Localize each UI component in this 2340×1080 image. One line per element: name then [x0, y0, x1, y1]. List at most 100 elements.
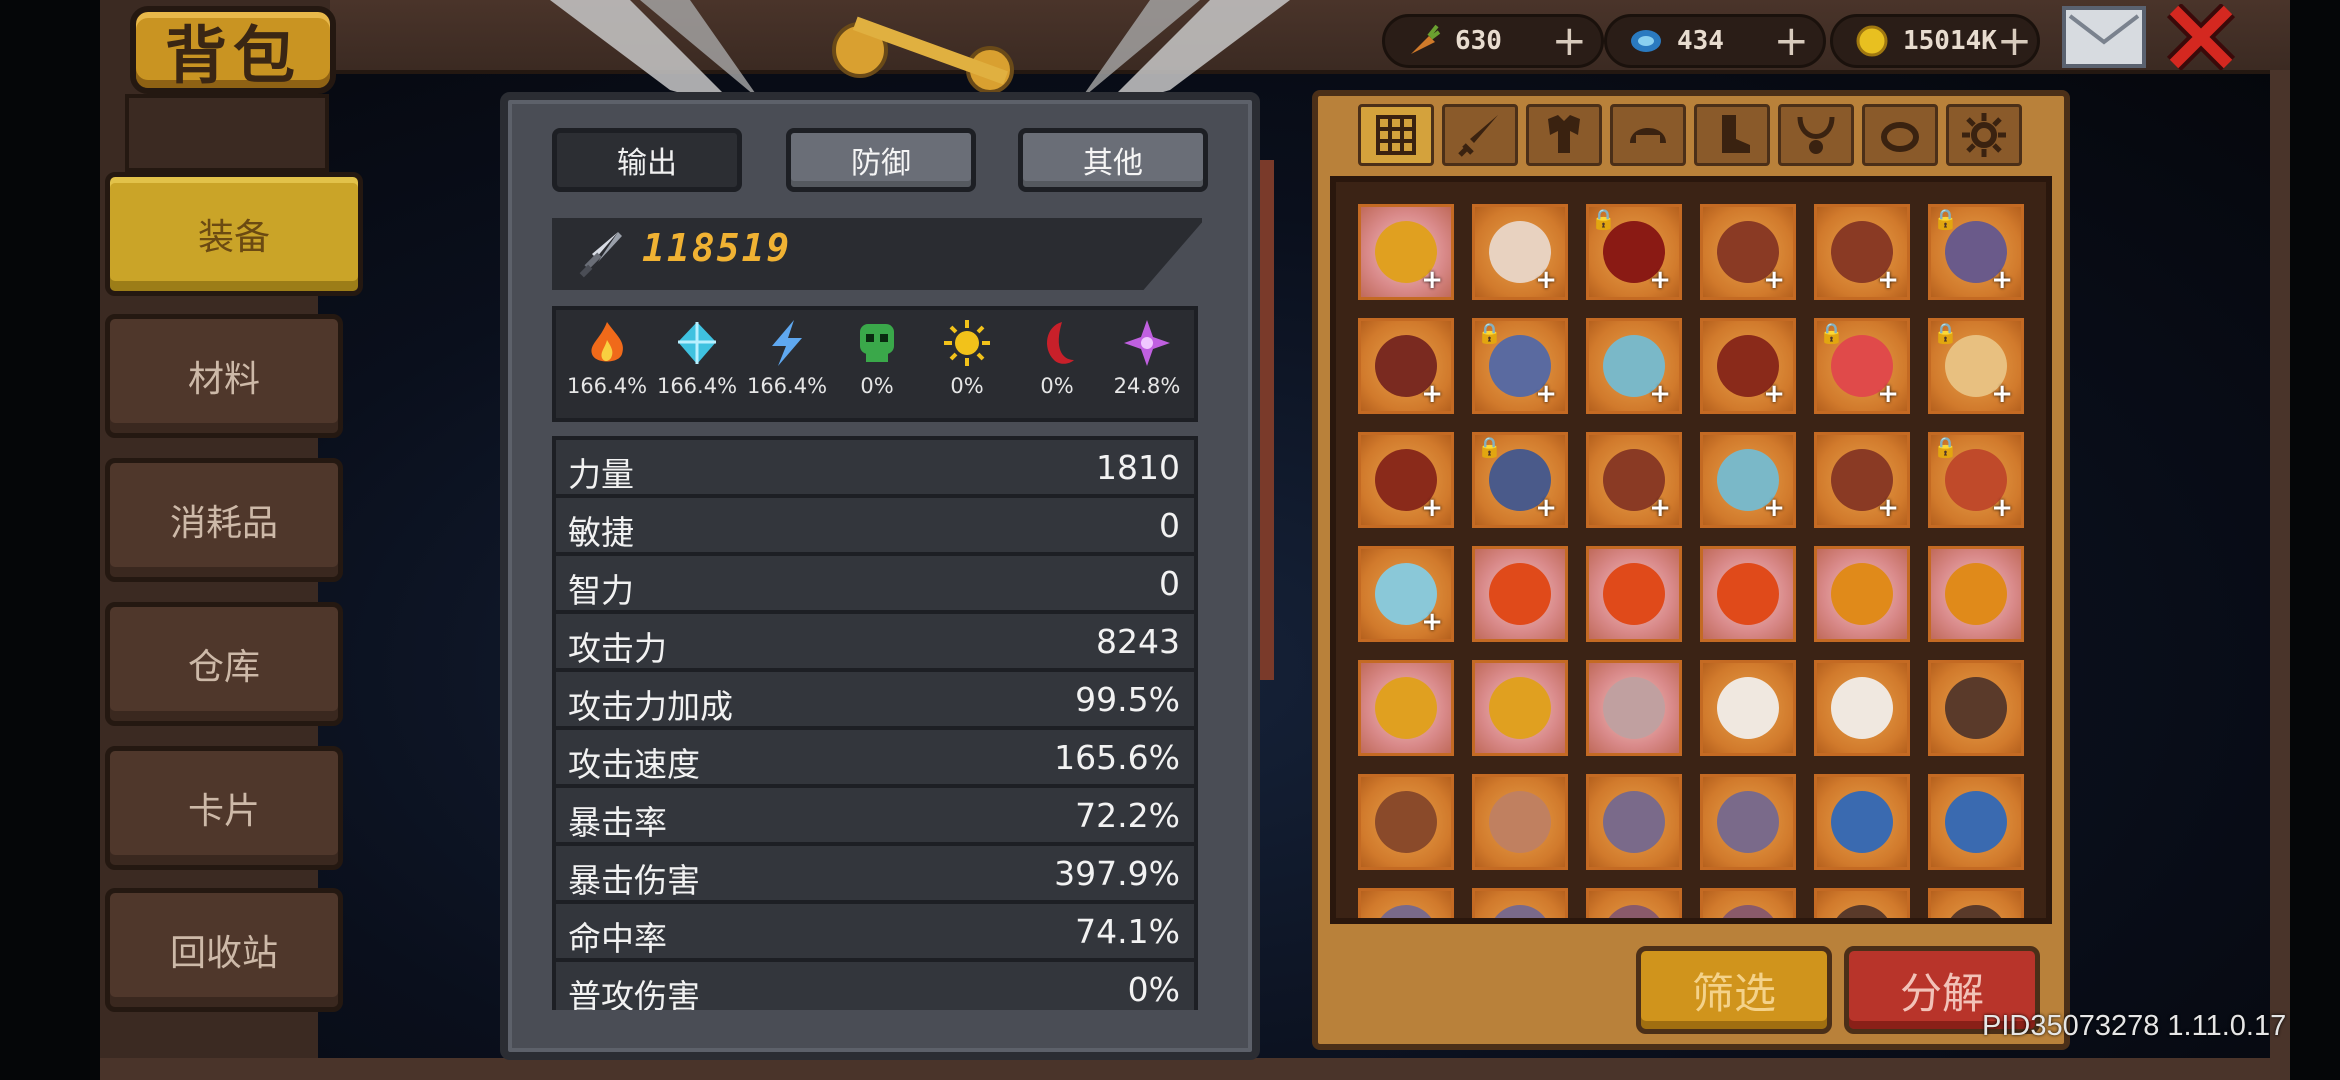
- inventory-slot[interactable]: [1700, 660, 1796, 756]
- inventory-slot[interactable]: [1472, 888, 1568, 918]
- inventory-slot[interactable]: +: [1700, 204, 1796, 300]
- stat-row: 攻击力加成 99.5%: [556, 672, 1194, 726]
- inventory-slot[interactable]: [1814, 546, 1910, 642]
- side-tab-5[interactable]: 回收站: [105, 888, 343, 1012]
- side-tab-3[interactable]: 仓库: [105, 602, 343, 726]
- inventory-slot[interactable]: +: [1586, 432, 1682, 528]
- inventory-slot[interactable]: [1814, 888, 1910, 918]
- stat-value: 1810: [1096, 448, 1180, 487]
- category-tab-boots[interactable]: [1694, 104, 1770, 166]
- category-tab-gear-misc[interactable]: [1946, 104, 2022, 166]
- arcane-star-icon: [1124, 320, 1170, 366]
- stat-value: 99.5%: [1075, 680, 1180, 719]
- mail-icon[interactable]: [2062, 6, 2146, 68]
- lock-icon: 🔒: [1933, 435, 1958, 459]
- equipment-item-icon: [1375, 791, 1437, 853]
- inventory-slot[interactable]: [1814, 660, 1910, 756]
- stat-label: 命中率: [568, 919, 667, 958]
- side-tab-1[interactable]: 材料: [105, 314, 343, 438]
- side-tab-label: 消耗品: [169, 503, 278, 544]
- inventory-slot[interactable]: 🔒 +: [1928, 432, 2024, 528]
- inventory-slot[interactable]: [1472, 660, 1568, 756]
- inventory-slot[interactable]: [1586, 774, 1682, 870]
- stat-label: 力量: [568, 455, 634, 494]
- close-icon[interactable]: [2166, 4, 2236, 70]
- inventory-slot[interactable]: 🔒 +: [1472, 432, 1568, 528]
- stats-tab-2[interactable]: 其他: [1018, 128, 1208, 192]
- upgrade-plus-icon: +: [1535, 379, 1557, 409]
- inventory-slot[interactable]: [1928, 774, 2024, 870]
- inventory-slot[interactable]: +: [1472, 204, 1568, 300]
- inventory-slot[interactable]: 🔒 +: [1472, 318, 1568, 414]
- stats-tab-1[interactable]: 防御: [786, 128, 976, 192]
- inventory-slot[interactable]: 🔒 +: [1928, 318, 2024, 414]
- inventory-slot[interactable]: [1586, 888, 1682, 918]
- equipment-item-icon: [1945, 563, 2007, 625]
- category-tab-sword[interactable]: [1442, 104, 1518, 166]
- stats-tab-0[interactable]: 输出: [552, 128, 742, 192]
- equipment-item-icon: [1831, 563, 1893, 625]
- inventory-slot[interactable]: [1472, 546, 1568, 642]
- equipment-item-icon: [1375, 905, 1437, 918]
- dark-moon-icon: [1047, 322, 1074, 364]
- element-stat-2: 166.4%: [742, 318, 832, 418]
- add-currency-button[interactable]: +: [1552, 20, 1587, 62]
- gem-icon: [1629, 24, 1663, 58]
- inventory-slot[interactable]: +: [1358, 546, 1454, 642]
- currency-value: 434: [1677, 26, 1724, 56]
- stat-value: 0%: [1127, 970, 1180, 1009]
- category-tab-grid-all[interactable]: [1358, 104, 1434, 166]
- inventory-slot[interactable]: 🔒 +: [1586, 204, 1682, 300]
- page-title: 背包: [130, 6, 336, 94]
- inventory-slot[interactable]: [1700, 774, 1796, 870]
- stat-table[interactable]: 力量 1810 敏捷 0 智力 0 攻击力 8243 攻击力加成 99.5% 攻击速度 165.6% 暴…: [552, 436, 1198, 1010]
- inventory-slot[interactable]: +: [1358, 432, 1454, 528]
- element-stat-3: 0%: [832, 318, 922, 418]
- equipment-item-icon: [1489, 791, 1551, 853]
- inventory-slot[interactable]: [1700, 888, 1796, 918]
- equipment-item-icon: [1603, 791, 1665, 853]
- inventory-grid[interactable]: + + 🔒 + + + 🔒 + + 🔒 + + + 🔒 + 🔒 + + 🔒 + + + + 🔒 + +: [1330, 176, 2052, 924]
- inventory-slot[interactable]: +: [1586, 318, 1682, 414]
- inventory-slot[interactable]: [1586, 546, 1682, 642]
- add-currency-button[interactable]: +: [1997, 20, 2032, 62]
- inventory-slot[interactable]: +: [1700, 318, 1796, 414]
- inventory-slot[interactable]: [1928, 546, 2024, 642]
- inventory-slot[interactable]: [1358, 660, 1454, 756]
- inventory-slot[interactable]: [1358, 888, 1454, 918]
- category-tab-armor[interactable]: [1526, 104, 1602, 166]
- lock-icon: 🔒: [1591, 207, 1616, 231]
- inventory-slot[interactable]: 🔒 +: [1928, 204, 2024, 300]
- side-tab-4[interactable]: 卡片: [105, 746, 343, 870]
- inventory-slot[interactable]: +: [1358, 318, 1454, 414]
- inventory-slot[interactable]: 🔒 +: [1814, 318, 1910, 414]
- equipment-item-icon: [1603, 905, 1665, 918]
- lock-icon: 🔒: [1477, 435, 1502, 459]
- currency-gold-coin: 15014K +: [1830, 14, 2040, 68]
- inventory-slot[interactable]: +: [1814, 204, 1910, 300]
- equipment-item-icon: [1717, 563, 1779, 625]
- stat-label: 攻击力: [568, 629, 667, 668]
- inventory-slot[interactable]: [1472, 774, 1568, 870]
- inventory-slot[interactable]: +: [1814, 432, 1910, 528]
- inventory-slot[interactable]: +: [1700, 432, 1796, 528]
- filter-button[interactable]: 筛选: [1636, 946, 1832, 1034]
- inventory-slot[interactable]: [1814, 774, 1910, 870]
- inventory-slot[interactable]: [1358, 774, 1454, 870]
- element-stat-5: 0%: [1012, 318, 1102, 418]
- category-tab-necklace[interactable]: [1778, 104, 1854, 166]
- add-currency-button[interactable]: +: [1774, 20, 1809, 62]
- side-tab-2[interactable]: 消耗品: [105, 458, 343, 582]
- inventory-slot[interactable]: [1700, 546, 1796, 642]
- category-tab-ring[interactable]: [1862, 104, 1938, 166]
- stat-row: 攻击速度 165.6%: [556, 730, 1194, 784]
- inventory-slot[interactable]: [1928, 888, 2024, 918]
- gold-coin-icon: [1855, 24, 1889, 58]
- category-tab-helmet[interactable]: [1610, 104, 1686, 166]
- inventory-slot[interactable]: [1928, 660, 2024, 756]
- equipment-item-icon: [1831, 905, 1893, 918]
- side-tab-0[interactable]: 装备: [105, 172, 363, 296]
- inventory-slot[interactable]: +: [1358, 204, 1454, 300]
- currency-carrot: 630 +: [1382, 14, 1604, 68]
- inventory-slot[interactable]: [1586, 660, 1682, 756]
